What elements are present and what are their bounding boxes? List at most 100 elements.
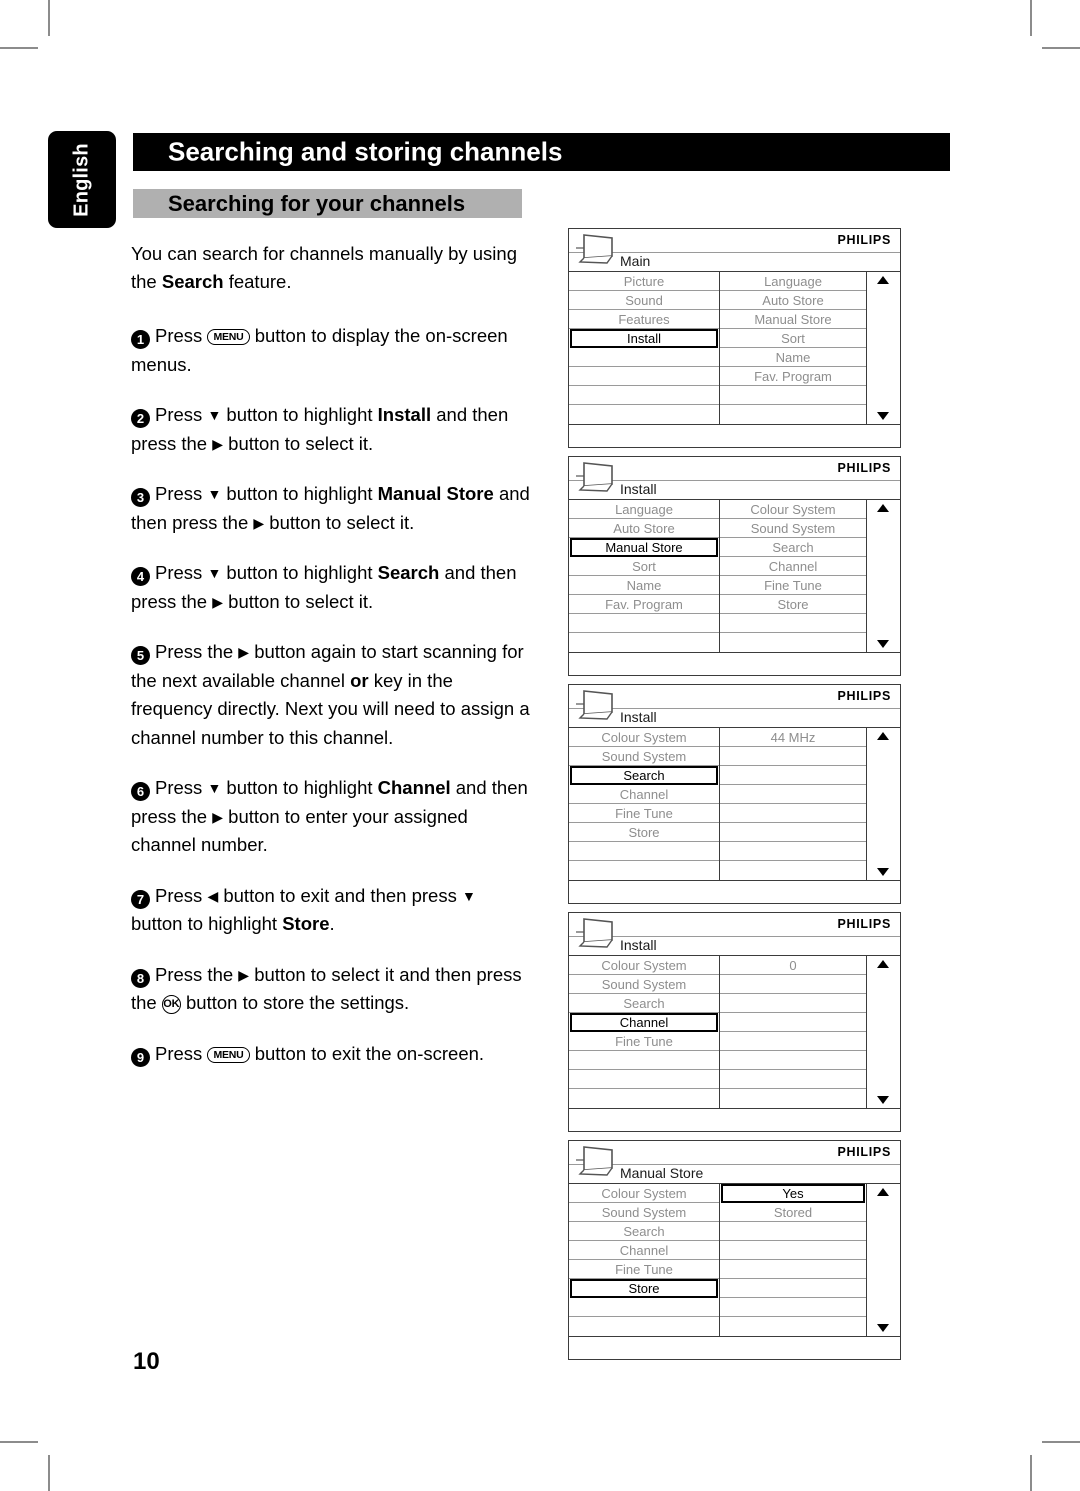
arrow-right-icon: ▶ — [212, 593, 224, 610]
scroll-up-icon[interactable] — [876, 732, 889, 740]
osd-empty-row — [720, 823, 866, 842]
page-title: Searching and storing channels — [168, 136, 563, 167]
scroll-up-icon[interactable] — [876, 960, 889, 968]
osd-menu-item[interactable]: Colour System — [569, 956, 719, 975]
osd-panel-title: Install — [620, 709, 657, 725]
osd-empty-row — [720, 1013, 866, 1032]
osd-menu-item[interactable]: Language — [569, 500, 719, 519]
osd-menu-item[interactable]: Auto Store — [720, 291, 866, 310]
osd-menu-item[interactable]: Name — [720, 348, 866, 367]
osd-menu-item[interactable]: Store — [570, 1279, 718, 1298]
osd-menu-item[interactable]: Language — [720, 272, 866, 291]
osd-panel-title: Manual Store — [620, 1165, 704, 1181]
osd-menu-item[interactable]: Install — [570, 329, 718, 348]
osd-menu-item[interactable]: Colour System — [569, 1184, 719, 1203]
osd-header-divider — [569, 708, 900, 709]
osd-menu-item[interactable]: Search — [569, 994, 719, 1013]
osd-menu-item[interactable]: Channel — [569, 785, 719, 804]
osd-menu-item[interactable]: Store — [569, 823, 719, 842]
crop-mark-top-left-horizontal — [0, 47, 38, 49]
osd-panel-footer — [569, 880, 900, 903]
emphasis-term: Manual Store — [377, 483, 494, 504]
osd-menu-item[interactable]: Search — [569, 1222, 719, 1241]
osd-menu-item[interactable]: Fav. Program — [720, 367, 866, 386]
osd-scrollbar[interactable] — [867, 1184, 898, 1336]
osd-menu-item[interactable]: Auto Store — [569, 519, 719, 538]
osd-menu-item[interactable]: Fine Tune — [569, 804, 719, 823]
scroll-down-icon[interactable] — [876, 868, 889, 876]
scroll-up-icon[interactable] — [876, 1188, 889, 1196]
osd-menu-item[interactable]: Manual Store — [570, 538, 718, 557]
osd-menu-item[interactable]: Fine Tune — [569, 1032, 719, 1051]
step-number-badge: 2 — [131, 409, 150, 428]
osd-menu-item[interactable]: Name — [569, 576, 719, 595]
scroll-up-icon[interactable] — [876, 504, 889, 512]
osd-menu-item[interactable]: Manual Store — [720, 310, 866, 329]
osd-menu-item[interactable]: Sound — [569, 291, 719, 310]
scroll-down-icon[interactable] — [876, 1324, 889, 1332]
step-number-badge: 4 — [131, 567, 150, 586]
osd-scrollbar[interactable] — [867, 272, 898, 424]
osd-left-column: Colour System Sound System Search Channel Fi… — [569, 728, 720, 880]
osd-menu-item[interactable]: Store — [720, 595, 866, 614]
osd-empty-row — [720, 633, 866, 652]
osd-menu-item[interactable]: Search — [720, 538, 866, 557]
osd-empty-row — [720, 1222, 866, 1241]
osd-menu-item[interactable]: Colour System — [720, 500, 866, 519]
osd-scrollbar[interactable] — [867, 956, 898, 1108]
osd-menu-item[interactable]: Stored — [720, 1203, 866, 1222]
osd-menu-item[interactable]: Search — [570, 766, 718, 785]
crop-mark-bottom-left-horizontal — [0, 1441, 38, 1443]
osd-empty-row — [720, 1317, 866, 1336]
arrow-down-icon: ▼ — [461, 887, 476, 904]
osd-scrollbar[interactable] — [867, 728, 898, 880]
instructions-column: You can search for channels manually by … — [131, 240, 531, 1090]
osd-menu-item[interactable]: Yes — [721, 1184, 865, 1203]
osd-empty-row — [720, 1298, 866, 1317]
osd-menu-item[interactable]: 0 — [720, 956, 866, 975]
step-number-badge: 1 — [131, 330, 150, 349]
arrow-right-icon: ▶ — [238, 644, 250, 660]
osd-empty-row — [569, 1051, 719, 1070]
osd-menu-item[interactable]: Fav. Program — [569, 595, 719, 614]
osd-menu-item[interactable]: Channel — [570, 1013, 718, 1032]
osd-menu-item[interactable]: Features — [569, 310, 719, 329]
osd-menu-item[interactable]: Sound System — [569, 747, 719, 766]
osd-menu-item[interactable]: Sound System — [569, 1203, 719, 1222]
osd-menu-item[interactable]: Fine Tune — [720, 576, 866, 595]
philips-logo: PHILIPS — [837, 233, 891, 247]
osd-right-column: Language Auto Store Manual Store Sort Name Fa… — [720, 272, 867, 424]
osd-menu-item[interactable]: Sound System — [720, 519, 866, 538]
crop-mark-top-right-horizontal — [1042, 47, 1080, 49]
osd-menu-item[interactable]: Fine Tune — [569, 1260, 719, 1279]
osd-panel-body: Language Auto Store Manual Store Sort Name Fa… — [569, 500, 900, 652]
osd-menu-item[interactable]: Channel — [720, 557, 866, 576]
osd-menu-item[interactable]: Channel — [569, 1241, 719, 1260]
osd-menu-item[interactable]: Sort — [569, 557, 719, 576]
osd-panel-body: Colour System Sound System Search Channel Fi… — [569, 728, 900, 880]
osd-menu-item[interactable]: 44 MHz — [720, 728, 866, 747]
osd-empty-row — [720, 785, 866, 804]
tv-icon — [576, 688, 616, 721]
osd-menu-item[interactable]: Colour System — [569, 728, 719, 747]
philips-logo: PHILIPS — [837, 1145, 891, 1159]
philips-logo: PHILIPS — [837, 689, 891, 703]
emphasis-term: Install — [377, 404, 432, 425]
osd-header-divider — [569, 252, 900, 253]
osd-menu-panel: PHILIPS Manual Store Colour System Sound Sy… — [568, 1140, 901, 1360]
instruction-step: 9 Press MENU button to exit the on-screen… — [131, 1040, 531, 1069]
osd-menu-item[interactable]: Picture — [569, 272, 719, 291]
osd-empty-row — [720, 975, 866, 994]
osd-right-column: Colour System Sound System Search Channel Fi… — [720, 500, 867, 652]
osd-menu-item[interactable]: Sound System — [569, 975, 719, 994]
scroll-up-icon[interactable] — [876, 276, 889, 284]
tv-icon — [576, 916, 616, 949]
scroll-down-icon[interactable] — [876, 640, 889, 648]
arrow-down-icon: ▼ — [207, 486, 222, 502]
osd-scrollbar[interactable] — [867, 500, 898, 652]
instruction-step: 5 Press the ▶ button again to start scann… — [131, 641, 530, 748]
instruction-step: 3 Press ▼ button to highlight Manual Stor… — [131, 483, 530, 533]
scroll-down-icon[interactable] — [876, 1096, 889, 1104]
scroll-down-icon[interactable] — [876, 412, 889, 420]
osd-menu-item[interactable]: Sort — [720, 329, 866, 348]
